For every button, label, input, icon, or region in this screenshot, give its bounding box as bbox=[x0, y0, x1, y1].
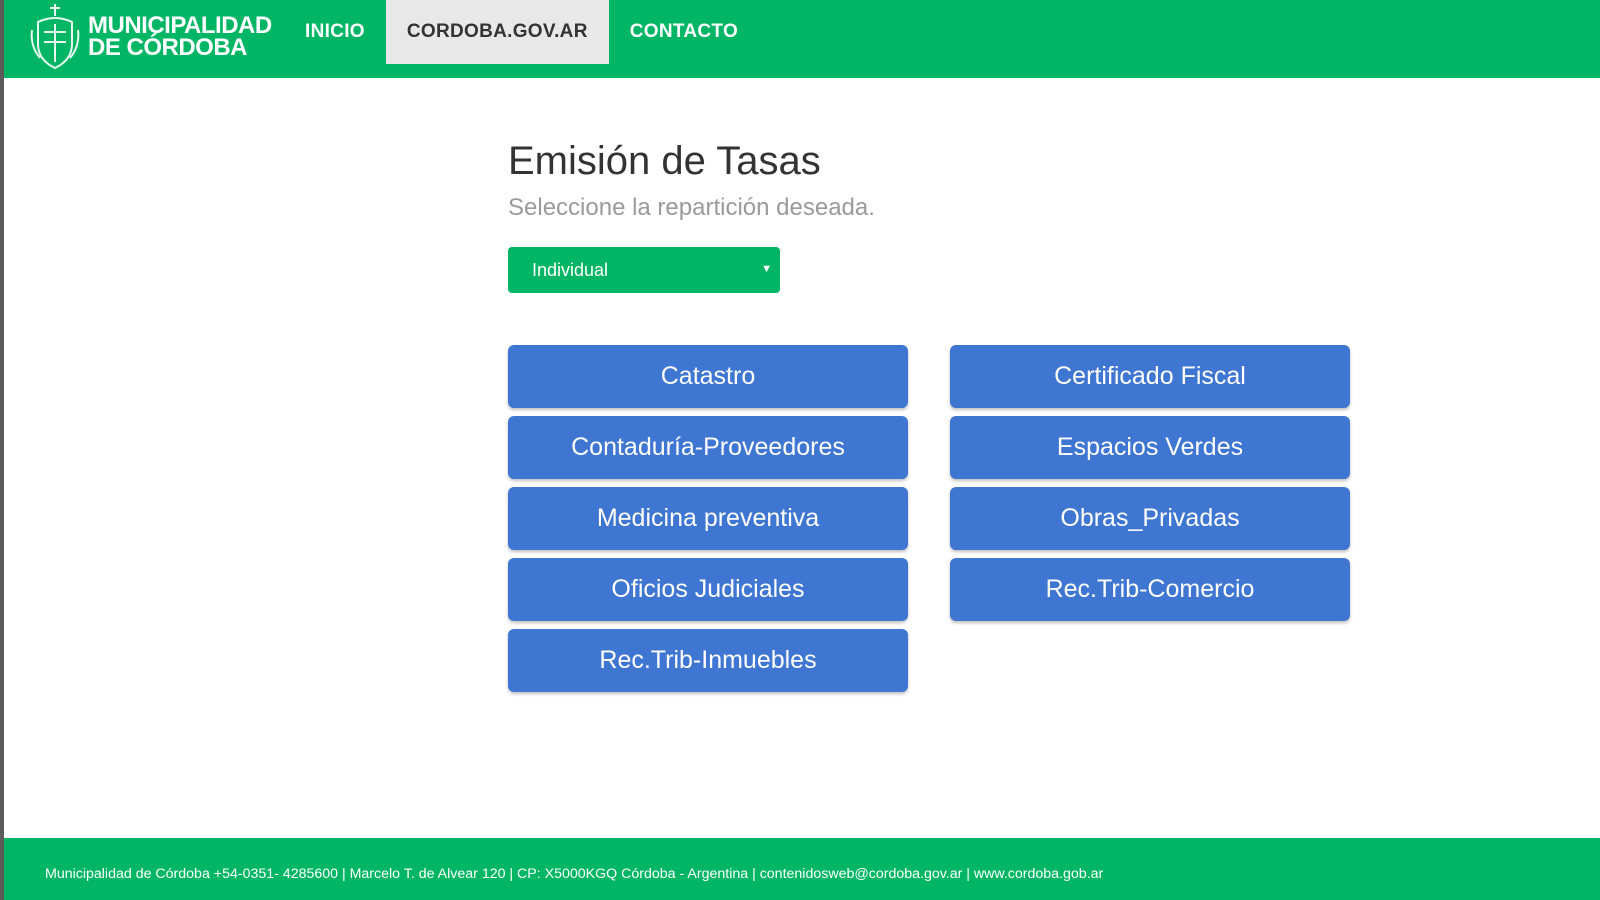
rec-trib-inmuebles-button[interactable]: Rec.Trib-Inmuebles bbox=[508, 629, 908, 692]
oficios-judiciales-button[interactable]: Oficios Judiciales bbox=[508, 558, 908, 621]
espacios-verdes-button[interactable]: Espacios Verdes bbox=[950, 416, 1350, 479]
nav-item-cordoba-gov-ar[interactable]: CORDOBA.GOV.AR bbox=[385, 0, 609, 64]
window-edge bbox=[0, 0, 4, 900]
certificado-fiscal-button[interactable]: Certificado Fiscal bbox=[950, 345, 1350, 408]
contaduria-proveedores-button[interactable]: Contaduría-Proveedores bbox=[508, 416, 908, 479]
caret-down-icon: ▼ bbox=[761, 263, 772, 275]
site-header: MUNICIPALIDAD DE CÓRDOBA INICIO CORDOBA.… bbox=[4, 0, 1600, 78]
nav-item-contacto[interactable]: CONTACTO bbox=[609, 0, 759, 64]
logo-text: MUNICIPALIDAD DE CÓRDOBA bbox=[88, 14, 272, 61]
site-footer: Municipalidad de Córdoba +54-0351- 42856… bbox=[4, 838, 1600, 900]
nav-item-inicio[interactable]: INICIO bbox=[284, 0, 386, 64]
municipal-crest-icon bbox=[30, 4, 80, 70]
main-nav: INICIO CORDOBA.GOV.AR CONTACTO bbox=[284, 0, 759, 64]
page-title: Emisión de Tasas bbox=[508, 139, 821, 183]
obras-privadas-button[interactable]: Obras_Privadas bbox=[950, 487, 1350, 550]
footer-contact-info: Municipalidad de Córdoba +54-0351- 42856… bbox=[45, 866, 1104, 882]
site-logo[interactable]: MUNICIPALIDAD DE CÓRDOBA bbox=[26, 2, 276, 72]
main-content: Emisión de Tasas Seleccione la repartici… bbox=[508, 135, 1358, 692]
page-subtitle: Seleccione la repartición deseada. bbox=[508, 194, 875, 221]
page: MUNICIPALIDAD DE CÓRDOBA INICIO CORDOBA.… bbox=[0, 0, 1600, 900]
logo-line-2: DE CÓRDOBA bbox=[88, 34, 248, 61]
reparticion-type-select[interactable]: Individual ▼ bbox=[508, 247, 780, 293]
medicina-preventiva-button[interactable]: Medicina preventiva bbox=[508, 487, 908, 550]
catastro-button[interactable]: Catastro bbox=[508, 345, 908, 408]
select-value: Individual bbox=[532, 259, 609, 280]
rec-trib-comercio-button[interactable]: Rec.Trib-Comercio bbox=[950, 558, 1350, 621]
